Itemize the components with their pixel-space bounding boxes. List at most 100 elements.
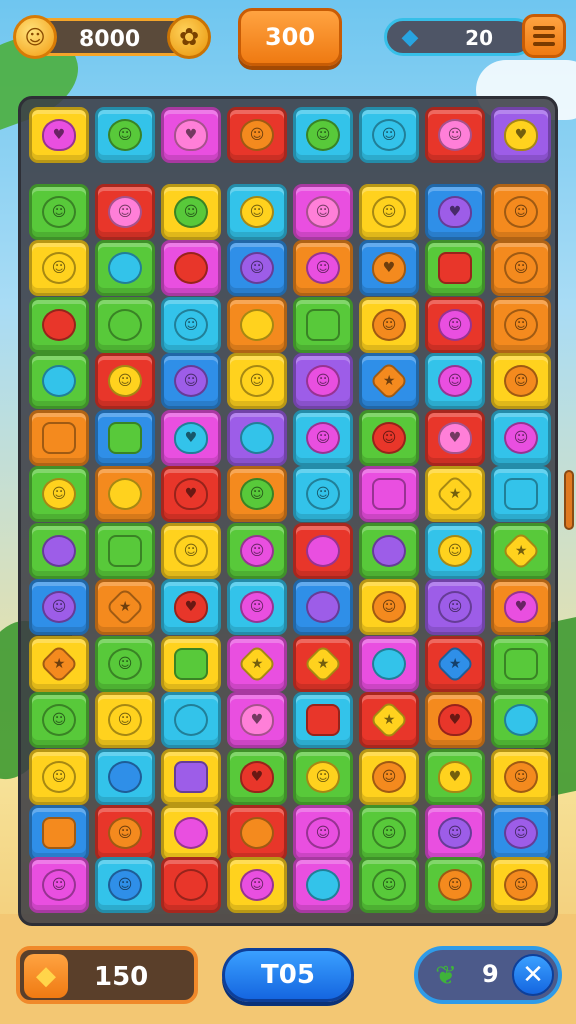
candy-tile[interactable]: ☺ <box>95 805 155 861</box>
candy-tile[interactable] <box>227 805 287 861</box>
candy-tile[interactable]: ☺ <box>359 409 419 466</box>
candy-tile[interactable]: ☺ <box>425 579 485 635</box>
candy-tile[interactable]: ☺ <box>29 240 89 296</box>
candy-tile[interactable]: ☺ <box>359 805 419 861</box>
candy-tile[interactable]: ☺ <box>227 466 287 522</box>
candy-tile[interactable]: ☺ <box>293 409 353 466</box>
candy-tile[interactable]: ♥ <box>425 692 485 748</box>
candy-tile[interactable] <box>359 635 419 692</box>
candy-tile[interactable]: ☺ <box>293 107 353 163</box>
candy-tile[interactable]: ☺ <box>491 748 551 805</box>
candy-tile[interactable]: ☺ <box>95 635 155 692</box>
candy-tile[interactable]: ☺ <box>161 353 221 409</box>
candy-tile[interactable]: ☺ <box>95 107 155 163</box>
candy-tile[interactable]: ☺ <box>425 353 485 409</box>
candy-tile[interactable]: ♥ <box>491 579 551 635</box>
candy-tile[interactable]: ☺ <box>29 579 89 635</box>
candy-tile[interactable]: ☺ <box>491 857 551 913</box>
candy-tile[interactable] <box>293 692 353 748</box>
score-button[interactable]: 300 <box>238 8 342 66</box>
candy-tile[interactable]: ☺ <box>425 805 485 861</box>
candy-tile[interactable]: ♥ <box>161 579 221 635</box>
candy-tile[interactable]: ☺ <box>95 692 155 748</box>
candy-tile[interactable]: ★ <box>95 579 155 635</box>
candy-tile[interactable] <box>359 466 419 522</box>
candy-tile[interactable]: ★ <box>359 353 419 409</box>
candy-tile[interactable]: ☺ <box>491 353 551 409</box>
candy-tile[interactable] <box>293 296 353 353</box>
candy-tile[interactable] <box>161 805 221 861</box>
candy-tile[interactable]: ★ <box>29 635 89 692</box>
candy-tile[interactable] <box>95 409 155 466</box>
candy-tile[interactable] <box>95 748 155 805</box>
candy-tile[interactable] <box>95 296 155 353</box>
candy-tile[interactable]: ♥ <box>227 748 287 805</box>
candy-tile[interactable] <box>161 635 221 692</box>
candy-tile[interactable]: ♥ <box>425 409 485 466</box>
menu-button[interactable] <box>522 14 566 58</box>
candy-tile[interactable] <box>359 522 419 579</box>
candy-tile[interactable]: ☺ <box>293 466 353 522</box>
candy-tile[interactable]: ☺ <box>95 353 155 409</box>
candy-tile[interactable]: ☺ <box>491 183 551 240</box>
candy-tile[interactable] <box>227 296 287 353</box>
candy-tile[interactable]: ☺ <box>227 353 287 409</box>
candy-tile[interactable]: ♥ <box>425 748 485 805</box>
candy-tile[interactable]: ☺ <box>29 183 89 240</box>
candy-tile[interactable]: ☺ <box>491 240 551 296</box>
level-button[interactable]: T05 <box>222 948 354 1002</box>
candy-tile[interactable] <box>425 240 485 296</box>
candy-tile[interactable] <box>95 240 155 296</box>
candy-tile[interactable]: ☺ <box>293 353 353 409</box>
candy-tile[interactable]: ♥ <box>425 183 485 240</box>
candy-tile[interactable]: ♥ <box>227 692 287 748</box>
gem-counter[interactable]: ◆ 20 <box>384 18 534 56</box>
candy-tile[interactable] <box>491 466 551 522</box>
candy-tile[interactable]: ☺ <box>29 857 89 913</box>
candy-tile[interactable]: ☺ <box>491 409 551 466</box>
scroll-handle[interactable] <box>564 470 574 530</box>
candy-tile[interactable]: ★ <box>425 466 485 522</box>
candy-tile[interactable] <box>29 409 89 466</box>
gear-icon[interactable]: ✿ <box>167 15 211 59</box>
candy-tile[interactable] <box>491 635 551 692</box>
candy-tile[interactable]: ☺ <box>425 857 485 913</box>
candy-tile[interactable]: ☺ <box>293 748 353 805</box>
candy-tile[interactable]: ☺ <box>293 183 353 240</box>
candy-tile[interactable]: ☺ <box>491 805 551 861</box>
candy-tile[interactable]: ★ <box>425 635 485 692</box>
candy-tile[interactable]: ★ <box>359 692 419 748</box>
candy-tile[interactable]: ☺ <box>227 107 287 163</box>
candy-tile[interactable]: ♥ <box>491 107 551 163</box>
candy-tile[interactable]: ☺ <box>227 579 287 635</box>
candy-tile[interactable] <box>293 857 353 913</box>
candy-tile[interactable]: ☺ <box>161 183 221 240</box>
candy-tile[interactable]: ☺ <box>227 240 287 296</box>
candy-tile[interactable] <box>95 522 155 579</box>
candy-tile[interactable]: ☺ <box>29 466 89 522</box>
candy-tile[interactable] <box>29 353 89 409</box>
candy-tile[interactable]: ☺ <box>359 857 419 913</box>
candy-tile[interactable]: ☺ <box>29 692 89 748</box>
candy-tile[interactable]: ☺ <box>293 805 353 861</box>
candy-tile[interactable] <box>161 857 221 913</box>
candy-tile[interactable]: ☺ <box>161 522 221 579</box>
candy-tile[interactable] <box>95 466 155 522</box>
candy-tile[interactable]: ☺ <box>359 183 419 240</box>
candy-tile[interactable]: ♥ <box>359 240 419 296</box>
candy-tile[interactable]: ♥ <box>161 409 221 466</box>
candy-tile[interactable] <box>293 579 353 635</box>
candy-tile[interactable]: ☺ <box>227 857 287 913</box>
candy-tile[interactable]: ☺ <box>425 522 485 579</box>
candy-tile[interactable]: ☺ <box>425 296 485 353</box>
candy-tile[interactable]: ☺ <box>95 857 155 913</box>
candy-tile[interactable]: ★ <box>293 635 353 692</box>
candy-tile[interactable] <box>29 805 89 861</box>
candy-tile[interactable]: ☺ <box>161 296 221 353</box>
candy-tile[interactable]: ☺ <box>29 748 89 805</box>
candy-tile[interactable]: ★ <box>491 522 551 579</box>
candy-tile[interactable] <box>161 748 221 805</box>
candy-tile[interactable] <box>293 522 353 579</box>
candy-tile[interactable]: ☺ <box>227 183 287 240</box>
candy-tile[interactable]: ☺ <box>293 240 353 296</box>
